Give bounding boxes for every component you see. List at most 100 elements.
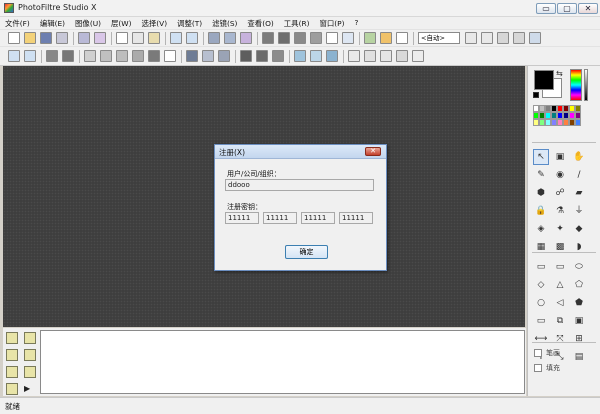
layer-options-icon[interactable]: [24, 349, 36, 361]
shape-tool-icon-14[interactable]: ⤧: [552, 331, 568, 347]
shape-tool-icon-9[interactable]: ⬟: [571, 295, 587, 311]
actual-size-icon[interactable]: [497, 32, 509, 44]
shape-tool-icon-15[interactable]: ⊞: [571, 331, 587, 347]
close-button[interactable]: ✕: [578, 3, 598, 14]
menu-help[interactable]: ?: [349, 17, 363, 29]
menu-edit[interactable]: 编辑(E): [35, 17, 70, 29]
menu-adjust[interactable]: 调整(T): [172, 17, 207, 29]
texture-icon[interactable]: [412, 50, 424, 62]
color-spectrum[interactable]: [570, 69, 582, 101]
drawing-tool-icon-4[interactable]: ✎: [533, 167, 549, 183]
gamma-icon[interactable]: [132, 50, 144, 62]
saturation-icon[interactable]: [116, 50, 128, 62]
grayscale-icon[interactable]: [46, 50, 58, 62]
image-size-icon[interactable]: [208, 32, 220, 44]
full-screen-icon[interactable]: [513, 32, 525, 44]
menu-layer[interactable]: 层(W): [106, 17, 136, 29]
shape-tool-icon-3[interactable]: ⬭: [571, 259, 587, 275]
frame-icon[interactable]: [262, 32, 274, 44]
cut-icon[interactable]: [116, 32, 128, 44]
menu-view[interactable]: 查看(O): [242, 17, 278, 29]
reset-colors-icon[interactable]: [533, 92, 539, 98]
swirl-icon[interactable]: [396, 50, 408, 62]
drawing-tool-icon-8[interactable]: ☍: [552, 185, 568, 201]
save-all-icon[interactable]: [56, 32, 68, 44]
ok-button[interactable]: 确定: [285, 245, 328, 259]
drawing-tool-icon-12[interactable]: ⏚: [571, 203, 587, 219]
menu-filter[interactable]: 滤镜(S): [207, 17, 242, 29]
new-layer-icon[interactable]: [6, 332, 18, 344]
shape-tool-icon-4[interactable]: ◇: [533, 277, 549, 293]
color-swatch[interactable]: [575, 112, 581, 119]
invert-icon[interactable]: [148, 50, 160, 62]
fill-option[interactable]: 填充: [534, 363, 560, 373]
menu-window[interactable]: 窗口(P): [314, 17, 349, 29]
water-drop-icon[interactable]: [294, 50, 306, 62]
drawing-tool-icon-10[interactable]: 🔒: [533, 203, 549, 219]
menu-file[interactable]: 文件(F): [0, 17, 35, 29]
grayscale-spectrum[interactable]: [584, 69, 588, 101]
copy-icon[interactable]: [132, 32, 144, 44]
key-field-3[interactable]: 11111: [301, 212, 335, 224]
color-swatch[interactable]: [575, 105, 581, 112]
darken-icon[interactable]: [100, 50, 112, 62]
expand-arrow-icon[interactable]: ▶: [24, 383, 38, 397]
user-field[interactable]: ddooo: [225, 179, 374, 191]
minimize-button[interactable]: ▭: [536, 3, 556, 14]
zoom-in-icon[interactable]: [465, 32, 477, 44]
swap-colors-icon[interactable]: ⇆: [556, 69, 563, 78]
key-field-2[interactable]: 11111: [263, 212, 297, 224]
browser-icon[interactable]: [396, 32, 408, 44]
shape-tool-icon-8[interactable]: ◁: [552, 295, 568, 311]
cloud-icon[interactable]: [348, 50, 360, 62]
zoom-out-icon[interactable]: [481, 32, 493, 44]
flatten-layer-icon[interactable]: [24, 366, 36, 378]
plugin-icon[interactable]: [364, 32, 376, 44]
fill-checkbox[interactable]: [534, 364, 542, 372]
key-field-1[interactable]: 11111: [225, 212, 259, 224]
histogram-icon[interactable]: [186, 50, 198, 62]
wave-icon[interactable]: [364, 50, 376, 62]
maximize-button[interactable]: ▢: [557, 3, 577, 14]
drawing-tool-icon-5[interactable]: ◉: [552, 167, 568, 183]
canvas-size-icon[interactable]: [224, 32, 236, 44]
noise-icon[interactable]: [240, 50, 252, 62]
flip-icon[interactable]: [24, 50, 36, 62]
menu-tools[interactable]: 工具(R): [279, 17, 315, 29]
merge-layer-icon[interactable]: [6, 366, 18, 378]
emboss-icon[interactable]: [256, 50, 268, 62]
shape-tool-icon-5[interactable]: △: [552, 277, 568, 293]
levels-icon[interactable]: [164, 50, 176, 62]
shape-tool-icon-7[interactable]: ○: [533, 295, 549, 311]
color-swatch[interactable]: [575, 119, 581, 126]
foreground-color[interactable]: [534, 70, 554, 90]
shape-tool-icon-6[interactable]: ⬠: [571, 277, 587, 293]
open-folder-icon[interactable]: [24, 32, 36, 44]
save-icon[interactable]: [40, 32, 52, 44]
zoom-select[interactable]: <自动>: [418, 32, 460, 44]
dialog-close-button[interactable]: ✕: [365, 147, 381, 156]
blur-icon[interactable]: [218, 50, 230, 62]
rotate-icon[interactable]: [8, 50, 20, 62]
layers-list[interactable]: [40, 330, 525, 394]
drawing-tool-icon-11[interactable]: ⚗: [552, 203, 568, 219]
ripple-icon[interactable]: [380, 50, 392, 62]
key-field-4[interactable]: 11111: [339, 212, 373, 224]
undo-icon[interactable]: [170, 32, 182, 44]
scan-icon[interactable]: [94, 32, 106, 44]
redo-icon[interactable]: [186, 32, 198, 44]
soften-icon[interactable]: [310, 50, 322, 62]
drawing-tool-icon-3[interactable]: ✋: [571, 149, 587, 165]
shape-tool-icon-2[interactable]: ▭: [552, 259, 568, 275]
contrast-icon[interactable]: [62, 50, 74, 62]
sharpen-icon[interactable]: [202, 50, 214, 62]
layer-properties-icon[interactable]: [6, 383, 18, 395]
shape-tool-icon-1[interactable]: ▭: [533, 259, 549, 275]
drawing-tool-icon-14[interactable]: ✦: [552, 221, 568, 237]
print-icon[interactable]: [78, 32, 90, 44]
menu-image[interactable]: 图像(U): [70, 17, 106, 29]
brush-option[interactable]: 笔画: [534, 348, 560, 358]
brightness-icon[interactable]: [84, 50, 96, 62]
drawing-tool-icon-13[interactable]: ◈: [533, 221, 549, 237]
crop-icon[interactable]: [240, 32, 252, 44]
